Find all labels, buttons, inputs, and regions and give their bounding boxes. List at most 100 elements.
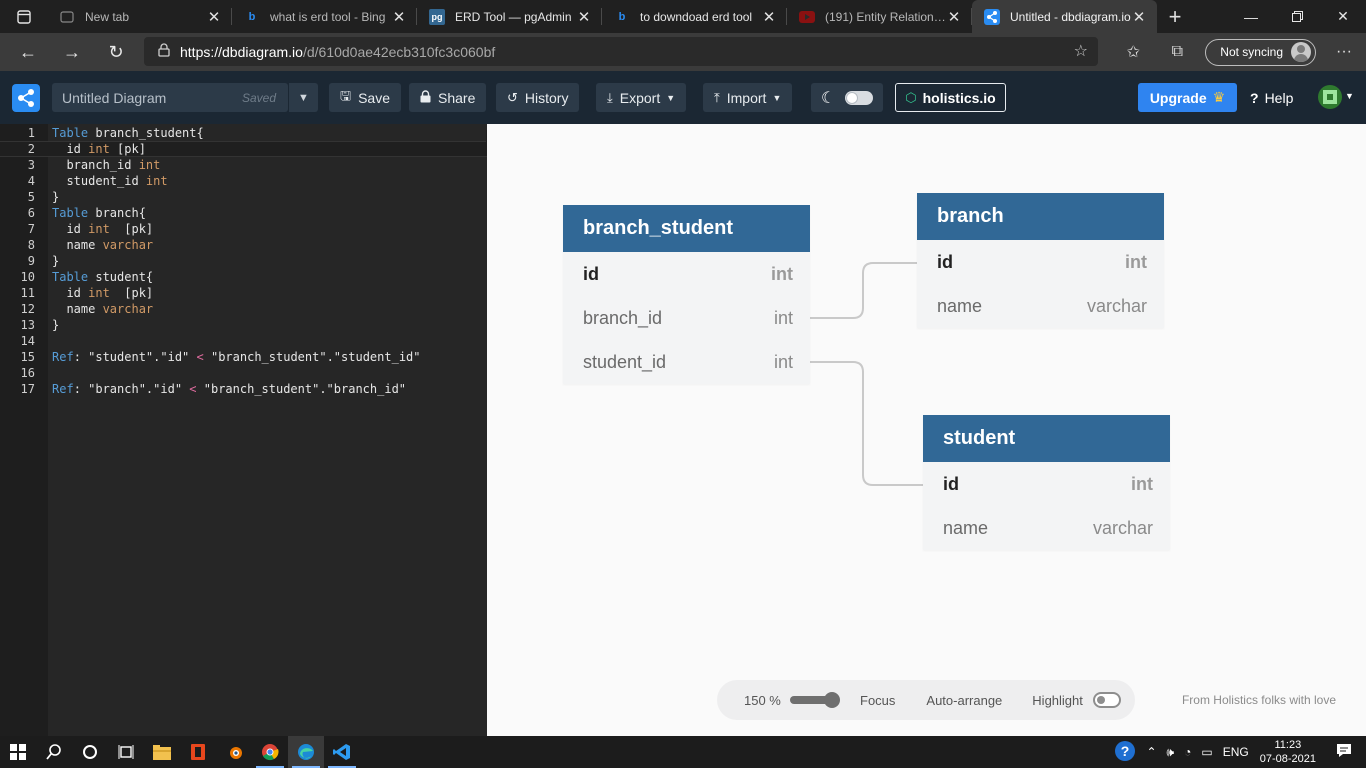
maximize-button[interactable]: [1274, 0, 1320, 33]
volume-icon[interactable]: 🕪: [1162, 745, 1180, 760]
zoom-slider-handle[interactable]: [824, 692, 840, 708]
table-column-row[interactable]: branch_id int: [563, 296, 810, 340]
code-line[interactable]: 12 name varchar: [0, 301, 487, 317]
table-branch-student[interactable]: branch_student id int branch_id int studen…: [563, 205, 810, 384]
profile-sync-button[interactable]: Not syncing: [1205, 38, 1316, 66]
code-line[interactable]: 10 Table student{: [0, 269, 487, 285]
table-student[interactable]: student id int name varchar: [923, 415, 1170, 550]
diagram-name-input[interactable]: Untitled Diagram Saved: [52, 83, 288, 112]
address-bar[interactable]: https://dbdiagram.io/d/610d0ae42ecb310fc…: [144, 37, 1098, 66]
taskbar-clock[interactable]: 11:23 07-08-2021: [1254, 738, 1322, 766]
holistics-link[interactable]: ⬡ holistics.io: [895, 83, 1006, 112]
table-column-row[interactable]: student_id int: [563, 340, 810, 384]
cortana-button[interactable]: [72, 736, 108, 768]
minimize-button[interactable]: —: [1228, 0, 1274, 33]
close-tab-icon[interactable]: ✕: [761, 8, 777, 26]
line-number: 9: [27, 254, 35, 268]
user-avatar[interactable]: [1318, 85, 1342, 109]
browser-tab-pgadmin[interactable]: pg ERD Tool — pgAdmin ✕: [417, 0, 602, 33]
dbml-code-editor[interactable]: 1 Table branch_student{2 id int [pk] 3 bra…: [0, 124, 487, 736]
close-window-button[interactable]: ✕: [1320, 0, 1366, 33]
dbdiagram-logo[interactable]: [12, 84, 40, 112]
export-button[interactable]: ⤓ Export ▼: [596, 83, 687, 112]
table-column-row[interactable]: id int: [923, 462, 1170, 506]
browser-tab-bing-erd[interactable]: b what is erd tool - Bing ✕: [232, 0, 417, 33]
new-tab-button[interactable]: +: [1157, 0, 1193, 33]
collections-icon[interactable]: ⧉: [1155, 43, 1199, 61]
code-line[interactable]: 14: [0, 333, 487, 349]
task-view-button[interactable]: [108, 736, 144, 768]
browser-tab-bing-download[interactable]: b to downdoad erd tool ✕: [602, 0, 787, 33]
code-line[interactable]: 5}: [0, 189, 487, 205]
close-tab-icon[interactable]: ✕: [391, 8, 407, 26]
save-button[interactable]: 🖫 Save: [329, 83, 401, 112]
code-line[interactable]: 3 branch_id int: [0, 157, 487, 173]
blender-icon: [230, 747, 242, 759]
tab-actions-button[interactable]: [0, 0, 47, 33]
diagram-menu-dropdown[interactable]: ▼: [288, 83, 318, 112]
table-header[interactable]: branch_student: [563, 205, 810, 252]
zoom-slider[interactable]: [790, 692, 840, 708]
close-tab-icon[interactable]: ✕: [576, 8, 592, 26]
edge-button[interactable]: [288, 736, 324, 768]
highlight-toggle[interactable]: [1092, 692, 1121, 708]
code-line[interactable]: 8 name varchar: [0, 237, 487, 253]
focus-button[interactable]: Focus: [860, 693, 895, 708]
table-column-row[interactable]: id int: [917, 240, 1164, 284]
code-line[interactable]: 1 Table branch_student{: [0, 125, 487, 141]
code-line[interactable]: 9}: [0, 253, 487, 269]
browser-tab-dbdiagram[interactable]: Untitled - dbdiagram.io ✕: [972, 0, 1157, 33]
upgrade-button[interactable]: Upgrade ♛: [1138, 83, 1237, 112]
code-line[interactable]: 6 Table branch{: [0, 205, 487, 221]
table-column-row[interactable]: id int: [563, 252, 810, 296]
file-explorer-button[interactable]: [144, 736, 180, 768]
code-line[interactable]: 16: [0, 365, 487, 381]
close-tab-icon[interactable]: ✕: [1131, 8, 1147, 26]
vscode-button[interactable]: [324, 736, 360, 768]
import-button[interactable]: ⤒ Import ▼: [703, 83, 793, 112]
code-line[interactable]: 13}: [0, 317, 487, 333]
chrome-button[interactable]: [252, 736, 288, 768]
code-line[interactable]: 15 Ref: "student"."id" < "branch_student"…: [0, 349, 487, 365]
battery-icon[interactable]: ▭: [1196, 745, 1217, 759]
browser-tab-new-tab[interactable]: New tab ✕: [47, 0, 232, 33]
close-tab-icon[interactable]: ✕: [206, 8, 222, 26]
browser-tab-youtube[interactable]: (191) Entity Relationship ✕: [787, 0, 972, 33]
auto-arrange-button[interactable]: Auto-arrange: [926, 693, 1002, 708]
forward-button[interactable]: →: [50, 33, 94, 71]
more-options-icon[interactable]: ···: [1322, 43, 1366, 61]
start-button[interactable]: [0, 736, 36, 768]
diagram-canvas[interactable]: branch_student id int branch_id int studen…: [487, 124, 1366, 736]
language-indicator[interactable]: ENG: [1218, 745, 1254, 759]
chevron-down-icon[interactable]: ▼: [1345, 91, 1354, 101]
close-tab-icon[interactable]: ✕: [946, 8, 962, 26]
history-button[interactable]: ↺ History: [496, 83, 580, 112]
dark-mode-toggle[interactable]: ☾: [811, 83, 883, 112]
table-header[interactable]: student: [923, 415, 1170, 462]
table-column-row[interactable]: name varchar: [917, 284, 1164, 328]
share-button[interactable]: Share: [409, 83, 487, 112]
table-column-row[interactable]: name varchar: [923, 506, 1170, 550]
add-favorite-icon[interactable]: ☆: [1074, 41, 1088, 61]
table-branch[interactable]: branch id int name varchar: [917, 193, 1164, 328]
help-tray-icon[interactable]: ?: [1109, 740, 1141, 765]
notifications-icon[interactable]: [1322, 743, 1366, 761]
back-button[interactable]: ←: [6, 33, 50, 71]
help-button[interactable]: ? Help: [1250, 83, 1293, 112]
wifi-icon[interactable]: ◔: [1179, 745, 1196, 759]
search-button[interactable]: [36, 736, 72, 768]
office-button[interactable]: [180, 736, 216, 768]
code-line[interactable]: 11 id int [pk]: [0, 285, 487, 301]
lock-icon: [420, 89, 431, 106]
clock-time: 11:23: [1274, 739, 1302, 751]
sync-label: Not syncing: [1220, 45, 1283, 59]
code-line[interactable]: 17 Ref: "branch"."id" < "branch_student".…: [0, 381, 487, 397]
favorites-icon[interactable]: ✩: [1111, 42, 1155, 62]
code-line[interactable]: 4 student_id int: [0, 173, 487, 189]
code-line[interactable]: 2 id int [pk]: [0, 141, 487, 157]
blender-button[interactable]: [216, 736, 252, 768]
code-line[interactable]: 7 id int [pk]: [0, 221, 487, 237]
refresh-button[interactable]: ↻: [94, 33, 138, 71]
chevron-up-icon[interactable]: ⌃: [1141, 745, 1161, 759]
table-header[interactable]: branch: [917, 193, 1164, 240]
